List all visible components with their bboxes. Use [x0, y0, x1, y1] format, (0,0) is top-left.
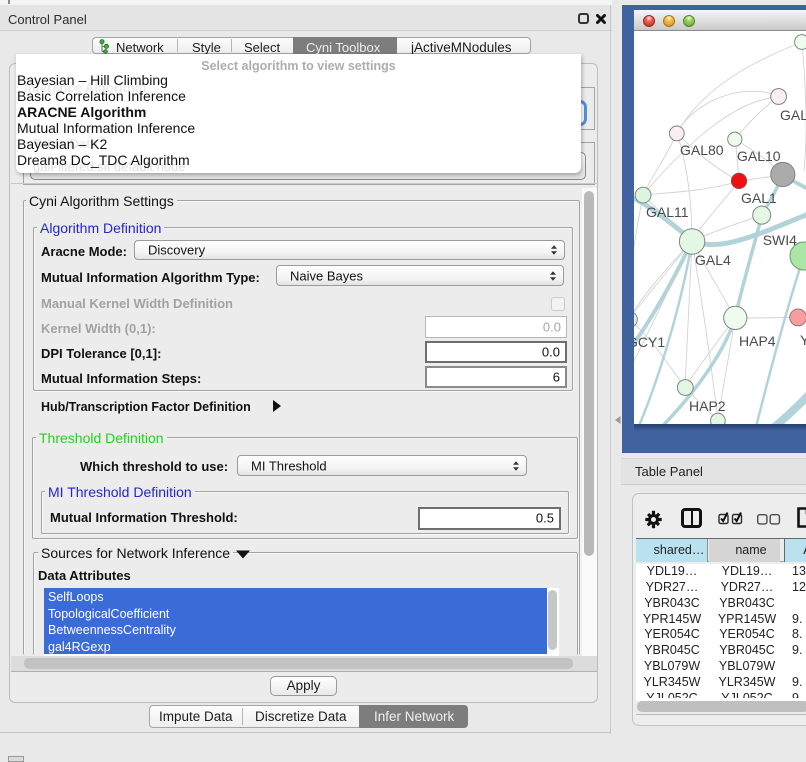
svg-text:GAL80: GAL80 — [680, 142, 724, 158]
svg-text:HAP2: HAP2 — [689, 398, 726, 414]
svg-text:GCY1: GCY1 — [634, 334, 665, 350]
svg-text:GAL10: GAL10 — [737, 148, 781, 164]
svg-text:Y: Y — [800, 332, 806, 348]
svg-text:GAL11: GAL11 — [646, 204, 689, 220]
svg-text:GAL7: GAL7 — [780, 107, 806, 123]
svg-text:GAL1: GAL1 — [741, 190, 777, 206]
svg-text:HAP4: HAP4 — [739, 333, 776, 349]
svg-text:SWI4: SWI4 — [763, 232, 797, 248]
svg-text:GAL4: GAL4 — [695, 252, 731, 268]
